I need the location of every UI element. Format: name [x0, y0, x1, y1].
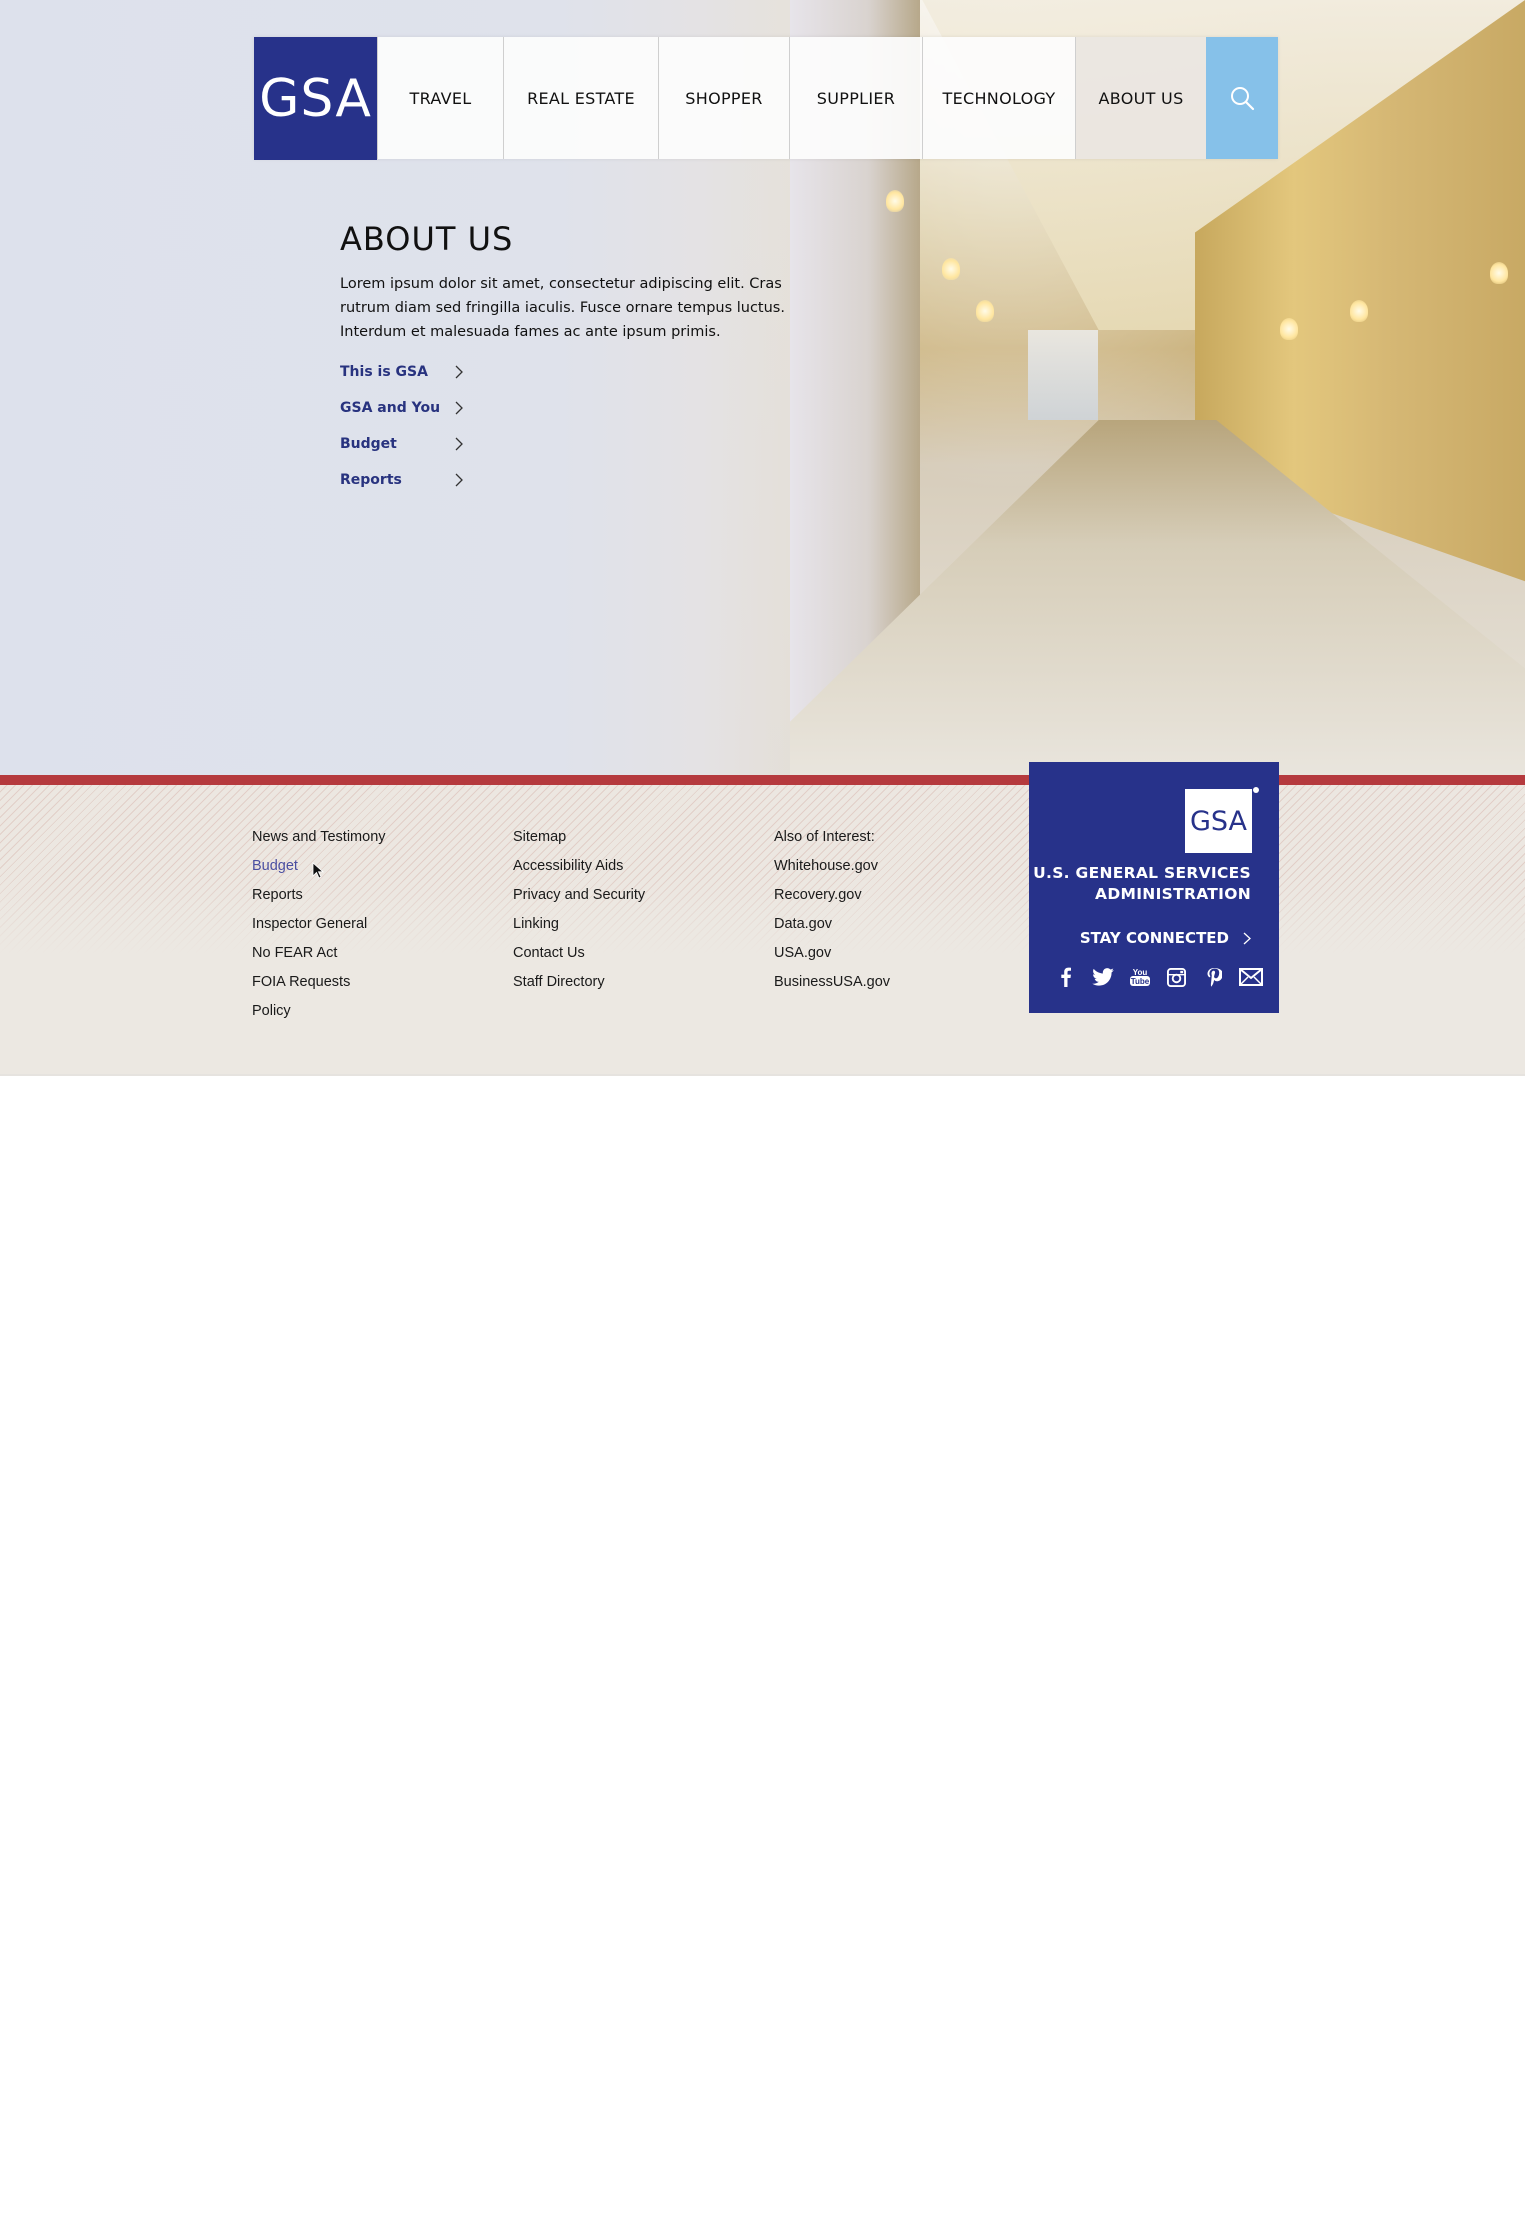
- facebook-link[interactable]: [1047, 965, 1084, 989]
- stay-connected-link[interactable]: STAY CONNECTED: [1080, 929, 1251, 947]
- footer-link-sitemap[interactable]: Sitemap: [513, 823, 645, 852]
- email-link[interactable]: [1232, 965, 1269, 989]
- footer-link-accessibility-aids[interactable]: Accessibility Aids: [513, 852, 645, 881]
- footer-link-policy[interactable]: Policy: [252, 997, 386, 1026]
- main-navigation: GSA TRAVEL REAL ESTATE SHOPPER SUPPLIER …: [254, 37, 1278, 160]
- chevron-right-icon: [455, 365, 463, 379]
- gsa-logo[interactable]: GSA: [254, 37, 377, 160]
- instagram-icon: [1167, 967, 1186, 987]
- footer-link-privacy-and-security[interactable]: Privacy and Security: [513, 881, 645, 910]
- footer-link-no-fear-act[interactable]: No FEAR Act: [252, 939, 386, 968]
- gsa-box-logo-text: GSA: [1189, 805, 1248, 837]
- chevron-right-icon: [1243, 932, 1251, 944]
- agency-name-line-2: ADMINISTRATION: [1095, 885, 1251, 903]
- about-link-this-is-gsa[interactable]: This is GSA: [340, 354, 464, 390]
- footer-link-usa-gov[interactable]: USA.gov: [774, 939, 890, 968]
- about-link-gsa-and-you[interactable]: GSA and You: [340, 390, 464, 426]
- footer: [0, 785, 1525, 1075]
- pinterest-link[interactable]: [1195, 965, 1232, 989]
- stay-connected-label: STAY CONNECTED: [1079, 929, 1229, 947]
- nav-item-about-us[interactable]: ABOUT US: [1075, 37, 1206, 159]
- registered-mark-icon: [1253, 787, 1259, 793]
- nav-item-real-estate[interactable]: REAL ESTATE: [503, 37, 658, 159]
- footer-link-inspector-general[interactable]: Inspector General: [252, 910, 386, 939]
- footer-link-recovery-gov[interactable]: Recovery.gov: [774, 881, 890, 910]
- gsa-contact-box: GSA U.S. GENERAL SERVICES ADMINISTRATION…: [1029, 762, 1279, 1013]
- about-link-reports[interactable]: Reports: [340, 462, 464, 498]
- about-link-label: GSA and You: [340, 400, 441, 416]
- footer-red-band: [0, 775, 1525, 785]
- about-link-label: Budget: [340, 436, 397, 452]
- footer-divider: [0, 1074, 1525, 1076]
- facebook-icon: [1060, 967, 1071, 987]
- chevron-right-icon: [455, 401, 463, 415]
- svg-text:Tube: Tube: [1130, 977, 1149, 986]
- youtube-link[interactable]: You Tube: [1121, 965, 1158, 989]
- mouse-cursor-icon: [312, 862, 324, 879]
- twitter-icon: [1091, 968, 1114, 986]
- about-description: Lorem ipsum dolor sit amet, consectetur …: [340, 276, 785, 340]
- agency-name: U.S. GENERAL SERVICES ADMINISTRATION: [1033, 863, 1251, 905]
- svg-text:You: You: [1132, 968, 1147, 977]
- footer-heading-also-of-interest: Also of Interest:: [774, 829, 875, 845]
- footer-link-foia-requests[interactable]: FOIA Requests: [252, 968, 386, 997]
- search-icon: [1231, 87, 1255, 111]
- nav-item-travel[interactable]: TRAVEL: [377, 37, 503, 159]
- footer-link-whitehouse-gov[interactable]: Whitehouse.gov: [774, 852, 890, 881]
- footer-column-1: News and Testimony Budget Reports Inspec…: [252, 823, 386, 1026]
- nav-item-technology[interactable]: TECHNOLOGY: [922, 37, 1075, 159]
- about-links: This is GSA GSA and You Budget Reports: [340, 354, 800, 498]
- footer-column-3: Also of Interest: Whitehouse.gov Recover…: [774, 823, 890, 997]
- footer-link-contact-us[interactable]: Contact Us: [513, 939, 645, 968]
- about-link-budget[interactable]: Budget: [340, 426, 464, 462]
- about-section: ABOUT US Lorem ipsum dolor sit amet, con…: [340, 220, 800, 498]
- page-title: ABOUT US: [340, 220, 514, 258]
- nav-item-supplier[interactable]: SUPPLIER: [789, 37, 922, 159]
- twitter-link[interactable]: [1084, 965, 1121, 989]
- footer-link-staff-directory[interactable]: Staff Directory: [513, 968, 645, 997]
- about-link-label: This is GSA: [340, 364, 428, 380]
- email-icon: [1238, 968, 1263, 986]
- footer-link-linking[interactable]: Linking: [513, 910, 645, 939]
- pinterest-icon: [1207, 968, 1222, 987]
- chevron-right-icon: [455, 437, 463, 451]
- footer-column-2: Sitemap Accessibility Aids Privacy and S…: [513, 823, 645, 997]
- footer-link-reports[interactable]: Reports: [252, 881, 386, 910]
- gsa-logo-text: GSA: [259, 68, 372, 129]
- nav-item-shopper[interactable]: SHOPPER: [658, 37, 789, 159]
- instagram-link[interactable]: [1158, 965, 1195, 989]
- chevron-right-icon: [455, 473, 463, 487]
- youtube-icon: You Tube: [1129, 968, 1150, 986]
- gsa-box-logo[interactable]: GSA: [1185, 789, 1252, 853]
- footer-link-news-and-testimony[interactable]: News and Testimony: [252, 823, 386, 852]
- agency-name-line-1: U.S. GENERAL SERVICES: [1033, 864, 1251, 882]
- social-links: You Tube: [1047, 965, 1269, 989]
- footer-link-data-gov[interactable]: Data.gov: [774, 910, 890, 939]
- about-link-label: Reports: [340, 472, 402, 488]
- footer-link-businessusa-gov[interactable]: BusinessUSA.gov: [774, 968, 890, 997]
- search-button[interactable]: [1206, 37, 1278, 159]
